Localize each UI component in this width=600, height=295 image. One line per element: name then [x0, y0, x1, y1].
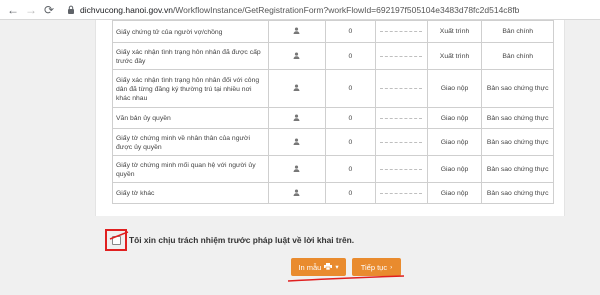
document-form: Bản sao chứng thực [481, 107, 554, 129]
continue-button[interactable]: Tiếp tục › [352, 258, 401, 276]
commitment-row: Tôi xin chịu trách nhiệm trước pháp luật… [105, 229, 354, 251]
url-field[interactable]: dichvucong.hanoi.gov.vn/WorkflowInstance… [80, 5, 519, 15]
document-form: Bản chính [481, 20, 554, 43]
document-name-text: Giấy xác nhận tình trạng hôn nhân đối vớ… [116, 76, 260, 102]
note-input[interactable] [375, 20, 428, 43]
document-name: Giấy tờ chứng minh mối quan hệ với người… [112, 155, 269, 183]
document-name: Văn bản ủy quyền [112, 107, 269, 129]
submission-type: Xuất trình [426, 20, 483, 43]
quantity-cell: 0 [324, 69, 377, 108]
note-input[interactable] [375, 107, 428, 129]
table-row: Giấy xác nhận tình trạng hôn nhân đã đượ… [112, 42, 554, 70]
note-input[interactable] [375, 155, 428, 183]
note-input[interactable] [375, 69, 428, 108]
document-name-text: Giấy tờ chứng minh về nhân thân của ngườ… [116, 134, 251, 151]
documents-table: Giấy chứng tử của người vợ/chồng 0 Xuất tr… [112, 20, 554, 204]
print-template-button[interactable]: In mẫu ▾ [291, 258, 346, 276]
quantity-cell: 0 [324, 42, 377, 70]
lock-icon[interactable] [64, 3, 78, 17]
user-icon[interactable] [267, 69, 326, 108]
document-name: Giấy chứng tử của người vợ/chồng [112, 20, 269, 43]
browser-address-bar: ← → ⟳ dichvucong.hanoi.gov.vn/WorkflowIn… [0, 0, 600, 20]
table-row: Giấy tờ chứng minh mối quan hệ với người… [112, 155, 554, 183]
caret-down-icon: ▾ [335, 264, 339, 271]
note-input[interactable] [375, 128, 428, 156]
chevron-right-icon: › [390, 263, 393, 271]
url-path: /WorkflowInstance/GetRegistrationForm?wo… [172, 4, 520, 15]
submission-type: Giao nộp [426, 69, 483, 108]
quantity-cell: 0 [324, 128, 377, 156]
commitment-text: Tôi xin chịu trách nhiệm trước pháp luật… [129, 235, 355, 245]
submission-type: Xuất trình [426, 42, 483, 70]
forward-arrow-icon[interactable]: → [22, 1, 40, 19]
quantity-cell: 0 [324, 155, 377, 183]
continue-button-label: Tiếp tục [360, 262, 388, 272]
quantity-cell: 0 [324, 107, 377, 129]
table-row: Giấy tờ khác 0 Giao nộp Bản sao chứng thực [112, 182, 554, 204]
user-icon[interactable] [267, 20, 326, 43]
user-icon[interactable] [267, 182, 326, 204]
document-name-text: Giấy tờ khác [116, 190, 155, 197]
document-form: Bản sao chứng thực [481, 155, 554, 183]
document-name-text: Giấy tờ chứng minh mối quan hệ với người… [116, 161, 256, 178]
document-form: Bản sao chứng thực [481, 69, 554, 108]
quantity-cell: 0 [324, 20, 377, 43]
document-name-text: Văn bản ủy quyền [116, 115, 171, 122]
document-name-text: Giấy chứng tử của người vợ/chồng [116, 28, 223, 36]
submission-type: Giao nộp [426, 155, 483, 183]
back-arrow-icon[interactable]: ← [4, 1, 22, 19]
document-form: Bản chính [481, 42, 554, 70]
reload-icon[interactable]: ⟳ [40, 1, 58, 19]
url-host: dichvucong.hanoi.gov.vn [80, 4, 173, 15]
document-name-text: Giấy xác nhận tình trạng hôn nhân đã đượ… [116, 48, 261, 65]
quantity-cell: 0 [324, 182, 377, 204]
document-form: Bản sao chứng thực [481, 182, 554, 204]
table-row: Văn bản ủy quyền 0 Giao nộp Bản sao chứng t… [112, 107, 554, 129]
table-row: Giấy tờ chứng minh về nhân thân của ngườ… [112, 128, 554, 156]
note-input[interactable] [375, 42, 428, 70]
document-name: Giấy tờ chứng minh về nhân thân của ngườ… [112, 128, 269, 156]
table-row: Giấy chứng tử của người vợ/chồng 0 Xuất tr… [112, 20, 554, 43]
printer-icon [324, 262, 333, 272]
document-form: Bản sao chứng thực [481, 128, 554, 156]
page-content: Giấy chứng tử của người vợ/chồng 0 Xuất tr… [0, 20, 600, 295]
user-icon[interactable] [267, 155, 326, 183]
documents-card: Giấy chứng tử của người vợ/chồng 0 Xuất tr… [95, 20, 565, 216]
submission-type: Giao nộp [426, 182, 483, 204]
document-name: Giấy tờ khác [112, 182, 269, 204]
table-row: Giấy xác nhận tình trạng hôn nhân đối vớ… [112, 69, 554, 108]
user-icon[interactable] [267, 42, 326, 70]
user-icon[interactable] [267, 107, 326, 129]
submission-type: Giao nộp [426, 128, 483, 156]
note-input[interactable] [375, 182, 428, 204]
document-name: Giấy xác nhận tình trạng hôn nhân đối vớ… [112, 69, 269, 108]
checkbox-highlight [105, 229, 127, 251]
document-name: Giấy xác nhận tình trạng hôn nhân đã đượ… [112, 42, 269, 70]
user-icon[interactable] [267, 128, 326, 156]
commitment-checkbox[interactable] [111, 235, 121, 245]
submission-type: Giao nộp [426, 107, 483, 129]
print-button-label: In mẫu [298, 262, 322, 272]
